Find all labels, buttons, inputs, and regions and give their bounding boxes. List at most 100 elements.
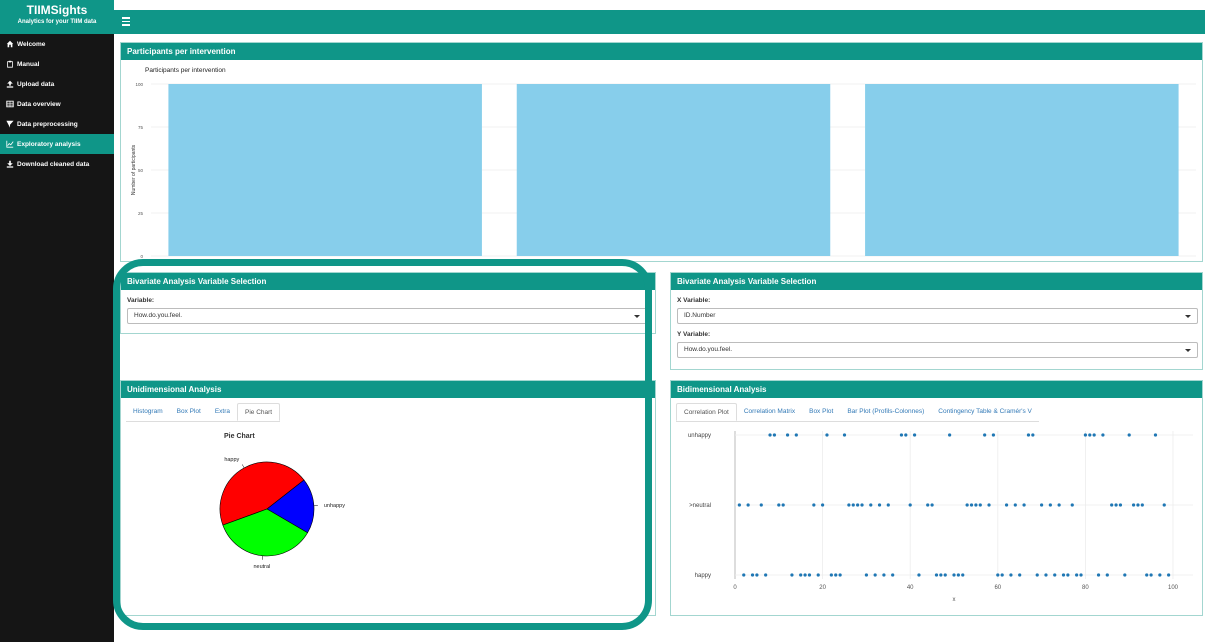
- scatter-point-happy: [1035, 573, 1039, 577]
- bi-selection-title: Bivariate Analysis Variable Selection: [671, 273, 1202, 290]
- x-tick-label: 80: [1082, 585, 1089, 591]
- scatter-point-unhappy: [1031, 433, 1035, 437]
- y-variable-select[interactable]: How.do.you.feel.: [677, 342, 1198, 358]
- scatter-point-happy: [1075, 573, 1079, 577]
- participants-box-title: Participants per intervention: [121, 43, 1202, 60]
- bar-chart-title: Participants per intervention: [145, 67, 226, 74]
- scatter-point-unhappy: [768, 433, 772, 437]
- sidebar-item-label: Download cleaned data: [17, 160, 90, 168]
- y-category-label: >neutral: [689, 503, 711, 509]
- upload-icon: [6, 80, 14, 88]
- scatter-point-happy: [1044, 573, 1048, 577]
- y-axis-label: Number of participants: [131, 144, 137, 195]
- scatter-point-neutral: [737, 503, 741, 507]
- x-variable-select[interactable]: ID.Number: [677, 308, 1198, 324]
- scatter-point-neutral: [1004, 503, 1009, 507]
- table-icon: [6, 100, 14, 108]
- uni-tab-box-plot[interactable]: Box Plot: [170, 403, 208, 421]
- variable-select[interactable]: How.do.you.feel.: [127, 308, 647, 324]
- scatter-point-neutral: [987, 503, 991, 507]
- scatter-point-neutral: [1136, 503, 1140, 507]
- scatter-point-happy: [1096, 573, 1101, 577]
- scatter-point-happy: [803, 573, 807, 577]
- scatter-point-happy: [1123, 573, 1127, 577]
- brand-title: TIIMSights: [26, 3, 88, 17]
- uni-selection-title: Bivariate Analysis Variable Selection: [121, 273, 655, 290]
- scatter-point-happy: [1053, 573, 1057, 577]
- brand: TIIMSights Analytics for your TIIM data: [0, 0, 114, 34]
- sidebar-item-data-preprocessing[interactable]: Data preprocessing: [0, 114, 114, 134]
- sidebar-item-label: Exploratory analysis: [17, 140, 81, 148]
- brand-subtitle: Analytics for your TIIM data: [17, 19, 97, 25]
- scatter-point-neutral: [781, 503, 785, 507]
- scatter-point-unhappy: [991, 433, 996, 437]
- bi-tab-contingency-table-cram-r-s-v[interactable]: Contingency Table & Cramér's V: [931, 403, 1039, 421]
- participants-bar-chart: Participants per intervention 0 25 50 75 100 N…: [131, 67, 1196, 259]
- scatter-point-happy: [764, 573, 768, 577]
- scatter-point-happy: [864, 573, 868, 577]
- scatter-point-neutral: [1118, 503, 1123, 507]
- scatter-point-neutral: [1140, 503, 1144, 507]
- bidimensional-title: Bidimensional Analysis: [671, 381, 1202, 398]
- scatter-point-happy: [1000, 573, 1004, 577]
- x-tick-label: 40: [907, 585, 914, 591]
- scatter-point-happy: [961, 573, 965, 577]
- scatter-point-neutral: [821, 503, 825, 507]
- scatter-point-neutral: [1040, 503, 1044, 507]
- scatter-point-happy: [1167, 573, 1171, 577]
- x-tick-label: 0: [733, 585, 737, 591]
- bi-tab-correlation-plot[interactable]: Correlation Plot: [676, 403, 737, 421]
- scatter-point-unhappy: [983, 433, 987, 437]
- bi-tab-correlation-matrix[interactable]: Correlation Matrix: [737, 403, 802, 421]
- scatter-point-happy: [1145, 573, 1149, 577]
- scatter-point-unhappy: [1101, 433, 1105, 437]
- sidebar-item-upload-data[interactable]: Upload data: [0, 74, 114, 94]
- scatter-point-neutral: [886, 503, 890, 507]
- chevron-down-icon: [634, 315, 640, 318]
- scatter-point-happy: [996, 573, 1000, 577]
- scatter-point-neutral: [974, 503, 978, 507]
- bi-tab-bar-plot-profils-colonnes[interactable]: Bar Plot (Profils-Colonnes): [840, 403, 931, 421]
- scatter-point-neutral: [877, 503, 882, 507]
- scatter-point-neutral: [746, 503, 750, 507]
- y-tick-label: 0: [140, 254, 143, 259]
- scatter-point-unhappy: [1088, 433, 1092, 437]
- scatter-point-unhappy: [1083, 433, 1087, 437]
- sidebar-item-download-cleaned-data[interactable]: Download cleaned data: [0, 154, 114, 174]
- sidebar-item-data-overview[interactable]: Data overview: [0, 94, 114, 114]
- scatter-point-happy: [742, 573, 746, 577]
- unidimensional-tabs: Histogram Box Plot Extra Pie Chart: [126, 403, 281, 422]
- bi-tab-box-plot[interactable]: Box Plot: [802, 403, 840, 421]
- sidebar-item-welcome[interactable]: Welcome: [0, 34, 114, 54]
- scatter-point-happy: [838, 573, 842, 577]
- sidebar-item-label: Data overview: [17, 100, 61, 108]
- top-header: [114, 10, 1205, 34]
- scatter-point-happy: [952, 573, 956, 577]
- bi-variable-selection-box: Bivariate Analysis Variable Selection X …: [670, 272, 1203, 370]
- scatter-point-unhappy: [825, 433, 829, 437]
- uni-tab-pie-chart[interactable]: Pie Chart: [237, 403, 281, 421]
- uni-tab-histogram[interactable]: Histogram: [126, 403, 170, 421]
- scatter-point-neutral: [1048, 503, 1052, 507]
- scatter-point-unhappy: [912, 433, 917, 437]
- sidebar-item-exploratory-analysis[interactable]: Exploratory analysis: [0, 134, 114, 154]
- x-axis-label: x: [953, 597, 956, 603]
- y-variable-value: How.do.you.feel.: [684, 346, 733, 353]
- scatter-point-neutral: [869, 503, 873, 507]
- hamburger-menu-icon[interactable]: [122, 17, 130, 26]
- scatter-point-unhappy: [904, 433, 908, 437]
- pie-label-unhappy: unhappy: [324, 503, 345, 509]
- scatter-point-happy: [1105, 573, 1109, 577]
- scatter-point-unhappy: [899, 433, 904, 437]
- scatter-point-unhappy: [948, 433, 952, 437]
- bar-intervention-b: [516, 84, 831, 256]
- scatter-point-happy: [790, 573, 794, 577]
- scatter-point-unhappy: [772, 433, 777, 437]
- scatter-point-neutral: [926, 503, 930, 507]
- y-tick-label: 100: [135, 82, 143, 87]
- scatter-point-unhappy: [1127, 433, 1131, 437]
- uni-tab-extra[interactable]: Extra: [208, 403, 237, 421]
- scatter-point-happy: [1158, 573, 1162, 577]
- sidebar: TIIMSights Analytics for your TIIM data …: [0, 0, 114, 642]
- sidebar-item-manual[interactable]: Manual: [0, 54, 114, 74]
